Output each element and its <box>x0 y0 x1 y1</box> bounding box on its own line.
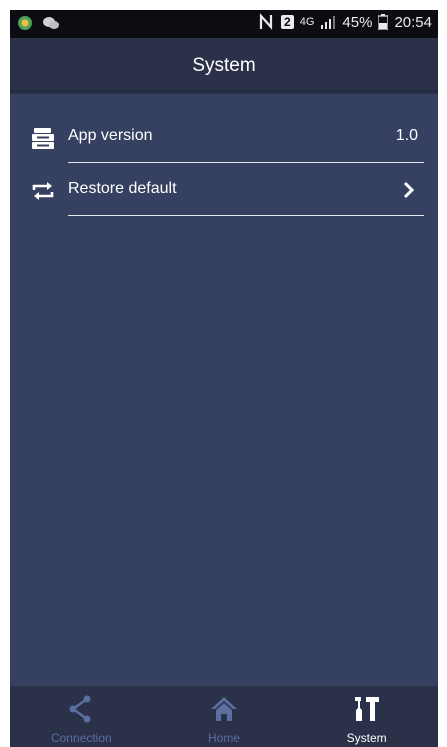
setting-restore-default[interactable]: Restore default <box>10 163 438 216</box>
battery-percent: 45% <box>342 13 373 31</box>
app-screen: 2 4G 45% 20:54 System App version 1.0 Re… <box>10 10 438 747</box>
home-icon <box>211 697 237 721</box>
setting-app-version: App version 1.0 <box>10 110 438 163</box>
notification-icons <box>16 14 60 32</box>
status-bar: 2 4G 45% 20:54 <box>10 10 438 38</box>
sim-indicator: 2 <box>281 15 294 29</box>
tab-label: Home <box>208 731 241 745</box>
tab-connection[interactable]: Connection <box>10 686 153 747</box>
title-bar: System <box>10 38 438 94</box>
tab-home[interactable]: Home <box>153 686 296 747</box>
setting-label: Restore default <box>68 180 177 197</box>
tab-system[interactable]: System <box>295 686 438 747</box>
settings-list: App version 1.0 Restore default <box>10 110 438 216</box>
system-icons: 2 4G 45% 20:54 <box>259 13 432 31</box>
battery-icon <box>378 14 389 30</box>
share-icon <box>69 695 91 723</box>
page-title: System <box>192 55 256 76</box>
restore-arrows-icon <box>32 182 54 200</box>
tab-label: Connection <box>50 731 112 745</box>
clock: 20:54 <box>394 13 432 31</box>
tools-icon <box>354 697 379 721</box>
app-notification-icon <box>18 16 32 30</box>
app-version-value: 1.0 <box>395 127 418 144</box>
archive-box-icon <box>32 128 54 149</box>
network-type: 4G <box>299 16 315 28</box>
signal-icon <box>321 16 336 29</box>
row-divider <box>68 215 424 216</box>
tab-label: System <box>346 731 387 745</box>
chat-notification-icon <box>43 17 59 29</box>
title-shadow <box>10 90 438 94</box>
setting-label: App version <box>68 127 153 144</box>
nfc-icon <box>259 13 273 30</box>
chevron-right-icon <box>403 181 415 199</box>
bottom-navigation: Connection Home System <box>10 686 438 747</box>
